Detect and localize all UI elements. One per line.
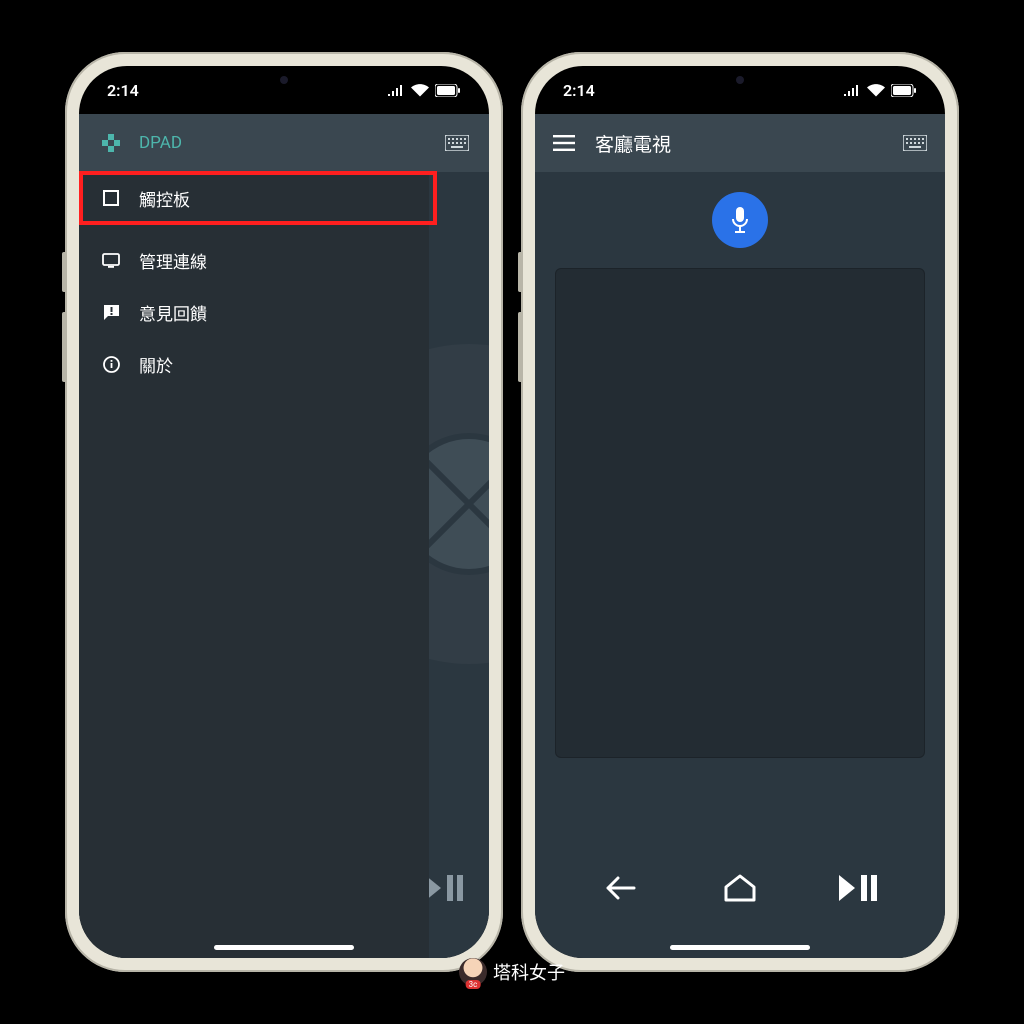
drawer-item-connections[interactable]: 管理連線	[79, 234, 429, 286]
appbar-title: 客廳電視	[595, 130, 883, 157]
monitor-icon	[101, 253, 121, 268]
drawer-panel: DPAD 觸控板 管理連線	[79, 114, 429, 958]
play-pause-button[interactable]	[829, 873, 889, 903]
app-body-right: 客廳電視	[535, 114, 945, 958]
signal-icon	[843, 84, 861, 96]
dpad-icon	[101, 134, 121, 152]
battery-icon	[435, 84, 461, 97]
battery-icon	[891, 84, 917, 97]
feedback-icon	[101, 304, 121, 321]
keyboard-icon[interactable]	[445, 135, 469, 151]
watermark-avatar	[459, 958, 487, 986]
app-body-left: DPAD 觸控板 管理連線	[79, 114, 489, 958]
drawer-item-label: 觸控板	[139, 186, 190, 211]
phone-right: 2:14 客廳電視	[521, 52, 959, 972]
info-icon	[101, 356, 121, 373]
mic-button[interactable]	[712, 192, 768, 248]
play-pause-icon[interactable]	[423, 873, 467, 903]
screen-left: 2:14	[79, 66, 489, 958]
home-button[interactable]	[710, 873, 770, 903]
mic-row	[535, 172, 945, 262]
home-icon	[722, 873, 758, 903]
notch	[194, 66, 374, 94]
status-right	[387, 84, 461, 97]
notch	[650, 66, 830, 94]
drawer-item-label: 關於	[139, 352, 173, 377]
home-indicator[interactable]	[670, 945, 810, 950]
appbar: 客廳電視	[535, 114, 945, 172]
bottom-bar	[535, 848, 945, 928]
square-icon	[101, 190, 121, 206]
status-time: 2:14	[563, 81, 595, 100]
drawer-item-label: DPAD	[139, 133, 182, 153]
keyboard-icon[interactable]	[903, 135, 927, 151]
drawer-item-dpad[interactable]: DPAD	[79, 114, 429, 172]
arrow-left-icon	[604, 874, 638, 902]
hamburger-icon[interactable]	[553, 135, 575, 151]
touchpad-area[interactable]	[555, 268, 925, 758]
phone-left: 2:14	[65, 52, 503, 972]
signal-icon	[387, 84, 405, 96]
home-indicator[interactable]	[214, 945, 354, 950]
drawer-item-feedback[interactable]: 意見回饋	[79, 286, 429, 338]
drawer-item-touchpad[interactable]: 觸控板	[79, 172, 429, 224]
drawer-item-label: 管理連線	[139, 248, 207, 273]
watermark-text: 塔科女子	[493, 959, 565, 985]
screen-right: 2:14 客廳電視	[535, 66, 945, 958]
drawer-item-label: 意見回饋	[139, 300, 207, 325]
watermark: 塔科女子	[459, 958, 565, 986]
wifi-icon	[867, 84, 885, 97]
drawer-item-about[interactable]: 關於	[79, 338, 429, 390]
play-pause-icon	[837, 873, 881, 903]
wifi-icon	[411, 84, 429, 97]
mic-icon	[730, 206, 750, 234]
back-button[interactable]	[591, 874, 651, 902]
status-time: 2:14	[107, 81, 139, 100]
status-right	[843, 84, 917, 97]
